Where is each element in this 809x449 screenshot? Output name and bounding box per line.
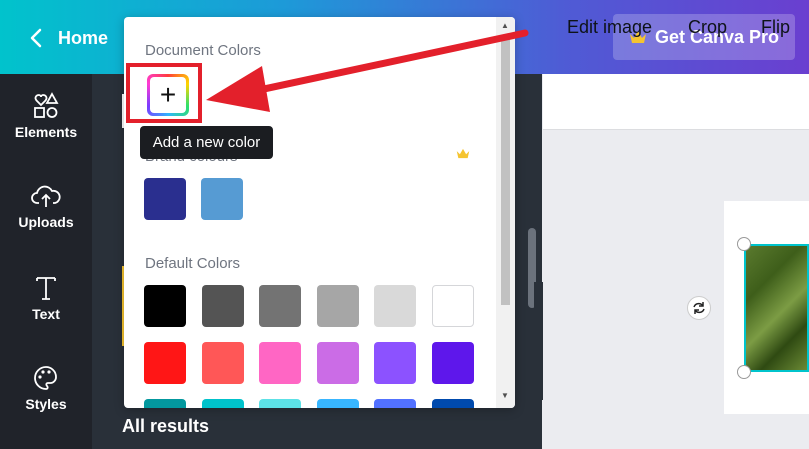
annotation-arrow-icon — [206, 29, 529, 112]
